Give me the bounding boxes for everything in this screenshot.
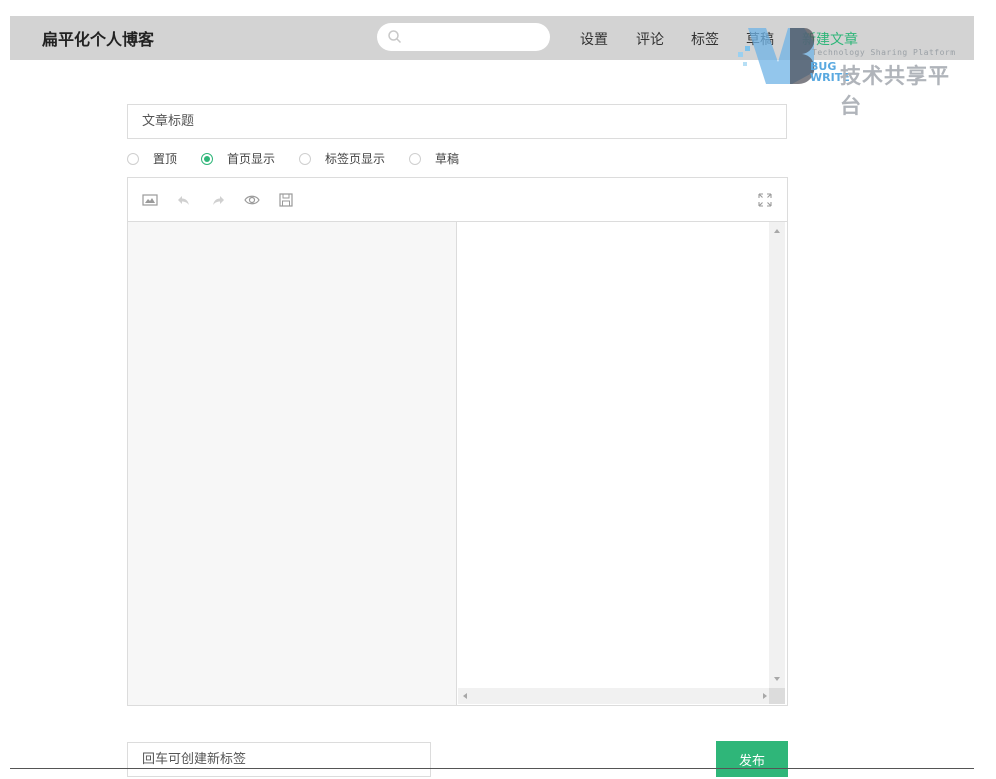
watermark-bug: BUG WRITE [810,60,850,84]
watermark-cn: 技术共享平台 [840,64,950,118]
bottom-divider [10,768,974,769]
preview-horizontal-scrollbar[interactable] [458,688,772,704]
nav-new-article[interactable]: 新建文章 [802,29,858,49]
scroll-left-icon[interactable] [462,692,468,700]
fullscreen-icon[interactable] [757,193,773,207]
scroll-down-icon[interactable] [773,676,781,682]
nav-drafts[interactable]: 草稿 [746,29,774,49]
publish-button[interactable]: 发布 [716,741,788,777]
markdown-editor [127,177,788,706]
tag-input[interactable] [127,742,431,777]
scroll-up-icon[interactable] [773,228,781,234]
save-icon[interactable] [278,193,294,207]
scroll-right-icon[interactable] [762,692,768,700]
title-input[interactable] [127,104,787,139]
editor-input-pane[interactable] [128,222,457,705]
redo-icon[interactable] [210,193,226,207]
search-icon [388,30,402,44]
scrollbar-corner [769,688,785,704]
option-show-on-tag-page[interactable]: 标签页显示 [299,150,385,167]
nav-tags[interactable]: 标签 [691,29,719,49]
undo-icon[interactable] [176,193,192,207]
option-pin-top[interactable]: 置顶 [127,150,177,167]
top-header: 扁平化个人博客 设置 评论 标签 草稿 新建文章 [10,16,974,60]
search-box[interactable] [377,23,550,51]
editor-preview-pane [457,222,787,705]
option-show-on-home[interactable]: 首页显示 [201,150,275,167]
nav-comments[interactable]: 评论 [636,29,664,49]
image-icon[interactable] [142,193,158,207]
nav-settings[interactable]: 设置 [580,29,608,49]
radio-checked-icon [201,152,213,165]
preview-vertical-scrollbar[interactable] [769,222,785,688]
radio-icon [299,152,311,165]
radio-icon [409,152,421,165]
editor-toolbar [128,178,787,222]
site-title[interactable]: 扁平化个人博客 [42,26,154,50]
option-draft[interactable]: 草稿 [409,150,459,167]
radio-icon [127,152,139,165]
preview-eye-icon[interactable] [244,193,260,207]
